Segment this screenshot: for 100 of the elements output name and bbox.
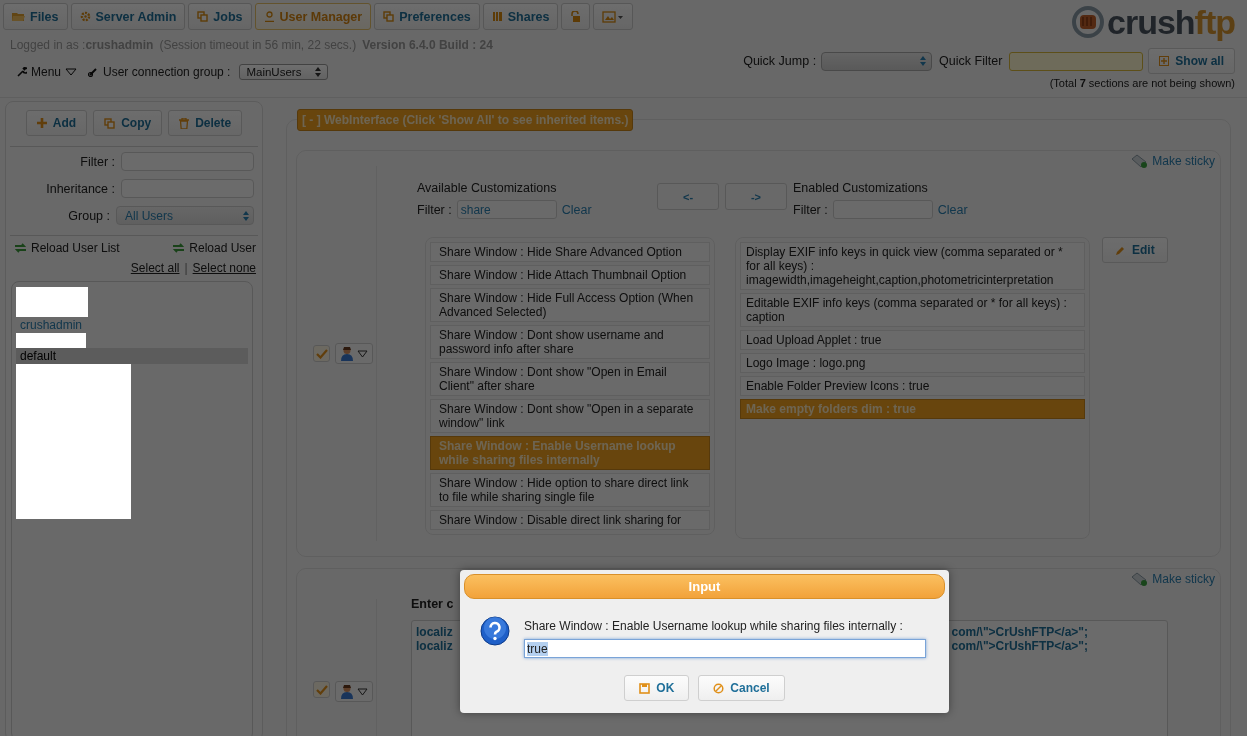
plus-icon (36, 118, 47, 128)
select-none-link[interactable]: Select none (192, 261, 256, 275)
quick-jump-select[interactable] (821, 51, 933, 71)
user-list-item[interactable]: default (16, 348, 248, 364)
trash-icon (179, 117, 190, 129)
lock-icon (570, 10, 582, 23)
code-text: com/\">CrUshFTP</a>"; (951, 625, 1088, 639)
group-select[interactable]: All Users (116, 206, 254, 225)
wrench-icon (17, 67, 27, 77)
code-text: localiz (416, 639, 453, 653)
tab[interactable] (593, 3, 634, 30)
filter-label: Filter : (793, 202, 828, 217)
clear-link[interactable]: Clear (937, 202, 968, 217)
reload-user-list-link[interactable]: Reload User List (14, 241, 120, 255)
caret-icon (357, 687, 368, 696)
enabled-title: Enabled Customizations (793, 181, 929, 195)
group-select[interactable]: MainUsers (239, 64, 329, 80)
tab[interactable]: Server Admin (70, 3, 186, 30)
question-icon (480, 616, 510, 646)
available-filter-field[interactable]: share (456, 200, 557, 219)
user-dropdown-button[interactable] (335, 343, 373, 364)
updown-arrows-icon (920, 56, 927, 66)
tab[interactable]: Preferences (374, 3, 480, 30)
person-icon (340, 684, 354, 699)
available-list-item[interactable]: Share Window : Disable direct link sharing for (430, 510, 710, 530)
select-all-link[interactable]: Select all (130, 261, 180, 275)
checkbox[interactable] (313, 681, 330, 698)
person-icon (340, 346, 354, 361)
copy-icon (383, 11, 395, 22)
enabled-list-item[interactable]: Editable EXIF info keys (comma separated or * for all keys) : caption (740, 293, 1085, 327)
move-left-button[interactable]: <- (657, 183, 719, 210)
enabled-list-item[interactable]: Logo Image : logo.png (740, 353, 1085, 373)
delete-button[interactable]: Delete (168, 110, 243, 136)
tab[interactable]: Shares (482, 3, 559, 30)
quick-filter-field[interactable] (1009, 51, 1144, 71)
tab[interactable]: Files (3, 3, 68, 30)
available-list-item[interactable]: Share Window : Hide Share Advanced Option (430, 242, 710, 262)
updown-arrows-icon (315, 67, 322, 77)
redacted-block (16, 333, 86, 348)
link-icon (88, 67, 99, 77)
user-dropdown-button[interactable] (335, 681, 373, 702)
group-label: User connection group : (103, 65, 231, 79)
enabled-list-item[interactable]: Display EXIF info keys in quick view (comma separated or * for all keys) : imagewidth,imageheight,caption,photometricinterpretation (740, 242, 1085, 290)
user-list-item[interactable]: crushadmin (16, 317, 248, 333)
reload-user-link[interactable]: Reload User (172, 241, 256, 255)
copy-icon (197, 11, 209, 22)
gear-icon (79, 11, 91, 22)
available-list-item[interactable]: Share Window : Dont show "Open in Email Client" after share (430, 362, 710, 396)
checkbox[interactable] (313, 345, 330, 362)
available-list-item[interactable]: Share Window : Dont show "Open in a separate window" link (430, 399, 710, 433)
code-text: com/\">CrUshFTP</a>"; (951, 639, 1088, 653)
folder-icon (12, 11, 25, 22)
available-list-item[interactable]: Share Window : Dont show username and password info after share (430, 325, 710, 359)
refresh-icon (14, 242, 27, 254)
tab[interactable]: Jobs (188, 3, 252, 30)
tab[interactable]: User Manager (254, 3, 372, 30)
group-label: Group : (68, 208, 110, 223)
caret-icon (357, 349, 368, 358)
tag-icon (1131, 154, 1149, 168)
image-icon (602, 10, 625, 23)
dialog-input[interactable]: true (524, 639, 926, 658)
ok-button[interactable]: OK (624, 675, 690, 701)
add-button[interactable]: Add (25, 110, 88, 136)
pencil-icon (1115, 244, 1126, 256)
quick-filter-label: Quick Filter (939, 54, 1003, 68)
inheritance-label: Inheritance : (46, 181, 115, 196)
make-sticky-link[interactable]: Make sticky (1131, 572, 1215, 586)
clear-link[interactable]: Clear (561, 202, 592, 217)
copy-button[interactable]: Copy (93, 110, 163, 136)
quick-jump-label: Quick Jump : (743, 54, 817, 68)
dialog-prompt: Share Window : Enable Username lookup while sharing files internally : (524, 619, 904, 633)
enabled-list-item[interactable]: Enable Folder Preview Icons : true (740, 376, 1085, 396)
menu-button[interactable]: Menu (17, 65, 78, 79)
available-title: Available Customizations (417, 181, 558, 195)
cancel-icon (713, 682, 725, 694)
hidden-sections-note: (Total 7 sections are not being shown) (1049, 77, 1235, 89)
separator: | (184, 261, 188, 275)
copy-icon (104, 117, 116, 129)
caret-icon (65, 68, 78, 76)
filter-label: Filter : (80, 154, 115, 169)
dialog-title: Input (464, 574, 945, 599)
move-right-button[interactable]: -> (725, 183, 787, 210)
books-icon (491, 11, 503, 22)
tag-icon (1131, 572, 1149, 586)
user-icon (263, 11, 275, 22)
edit-button[interactable]: Edit (1102, 237, 1168, 263)
refresh-icon (172, 242, 186, 254)
make-sticky-link[interactable]: Make sticky (1131, 154, 1215, 168)
available-list-item[interactable]: Share Window : Hide Full Access Option (When Advanced Selected) (430, 288, 710, 322)
available-list-item[interactable]: Share Window : Hide Attach Thumbnail Option (430, 265, 710, 285)
enabled-list-item[interactable]: Load Upload Applet : true (740, 330, 1085, 350)
filter-label: Filter : (417, 202, 452, 217)
show-all-button[interactable]: Show all (1148, 48, 1235, 74)
redacted-block (16, 287, 88, 317)
updown-arrows-icon (243, 210, 249, 221)
logo-text-ftp: ftp (1194, 2, 1235, 42)
tab[interactable] (561, 3, 591, 30)
logo-text-crush: crush (1107, 2, 1195, 42)
available-list-item[interactable]: Share Window : Hide option to share direct link to file while sharing single file (430, 473, 710, 507)
cancel-button[interactable]: Cancel (698, 675, 785, 701)
